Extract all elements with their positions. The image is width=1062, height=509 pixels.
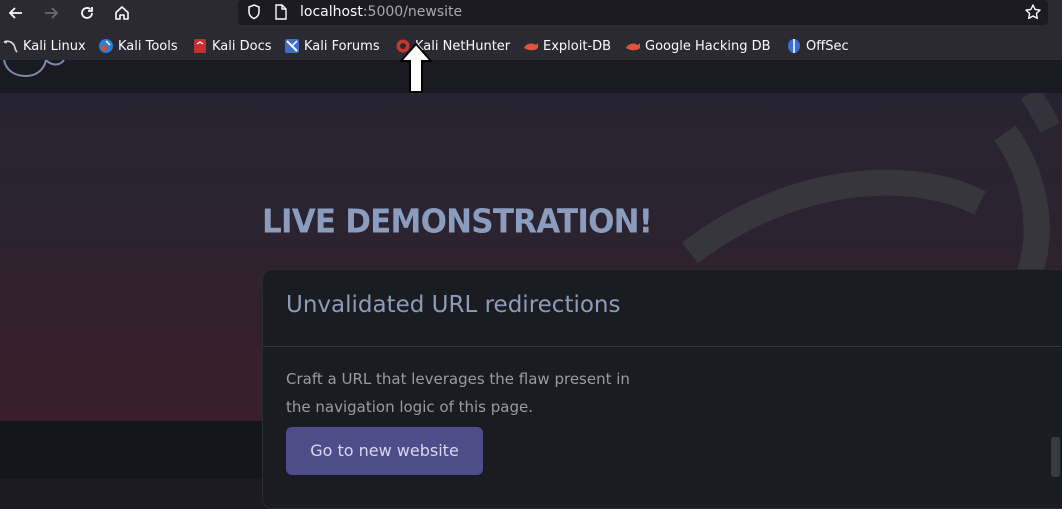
page-info-icon[interactable]	[274, 3, 288, 21]
go-to-new-website-button[interactable]: Go to new website	[286, 427, 483, 475]
scrollbar-thumb[interactable]	[1051, 437, 1060, 477]
kali-tools-icon	[99, 39, 113, 53]
kali-forums-icon	[285, 39, 299, 53]
bookmark-kali-docs[interactable]: Kali Docs	[192, 37, 272, 55]
forward-button[interactable]	[38, 1, 64, 25]
bookmark-kali-linux[interactable]: Kali Linux	[3, 37, 86, 55]
offsec-icon	[788, 39, 800, 53]
browser-toolbar: localhost:5000/newsite	[0, 0, 1062, 31]
bookmark-offsec[interactable]: OffSec	[786, 37, 849, 55]
address-bar[interactable]: localhost:5000/newsite	[238, 0, 1048, 25]
card-text-line: Craft a URL that leverages the flaw pres…	[286, 370, 630, 388]
home-icon	[115, 6, 129, 20]
shield-icon[interactable]	[246, 3, 262, 21]
card-description: Craft a URL that leverages the flaw pres…	[286, 365, 686, 421]
bookmark-google-hacking-db[interactable]: Google Hacking DB	[625, 37, 771, 55]
back-arrow-icon	[8, 7, 22, 19]
exploit-db-icon	[626, 43, 640, 51]
bookmark-label: OffSec	[806, 38, 849, 54]
card-title: Unvalidated URL redirections	[286, 292, 621, 318]
home-button[interactable]	[109, 1, 135, 25]
bookmark-label: Kali Forums	[304, 38, 380, 54]
bookmark-exploit-db[interactable]: Exploit-DB	[523, 37, 611, 55]
bookmark-label: Kali Tools	[118, 38, 178, 54]
forward-arrow-icon	[45, 7, 59, 19]
card-divider	[263, 346, 1062, 347]
bookmark-kali-tools[interactable]: Kali Tools	[98, 37, 178, 55]
site-logo-icon[interactable]	[0, 60, 70, 93]
exploit-db-icon	[524, 43, 538, 51]
back-button[interactable]	[3, 1, 29, 25]
bookmark-label: Kali Linux	[23, 38, 86, 54]
bookmark-star-icon[interactable]	[1024, 3, 1042, 21]
site-navbar	[0, 60, 1062, 93]
url-text[interactable]: localhost:5000/newsite	[300, 3, 462, 21]
bookmark-label: Exploit-DB	[543, 38, 612, 54]
kali-dragon-icon	[3, 40, 18, 53]
reload-button[interactable]	[74, 1, 100, 25]
demo-card: Unvalidated URL redirections Craft a URL…	[262, 269, 1062, 509]
bookmark-label: Google Hacking DB	[645, 38, 771, 54]
card-text-line: the navigation logic of this page.	[286, 398, 533, 416]
page-heading: LIVE DEMONSTRATION!	[262, 203, 653, 241]
bookmarks-toolbar: Kali Linux Kali Tools Kali Docs Kali For…	[0, 31, 1062, 60]
bookmark-label: Kali Docs	[212, 38, 272, 54]
url-host: localhost	[300, 4, 363, 20]
reload-icon	[81, 7, 93, 19]
url-path: :5000/newsite	[362, 4, 463, 20]
kali-docs-icon	[194, 39, 206, 53]
bookmark-kali-forums[interactable]: Kali Forums	[284, 37, 380, 55]
annotation-up-arrow-icon	[398, 42, 434, 93]
